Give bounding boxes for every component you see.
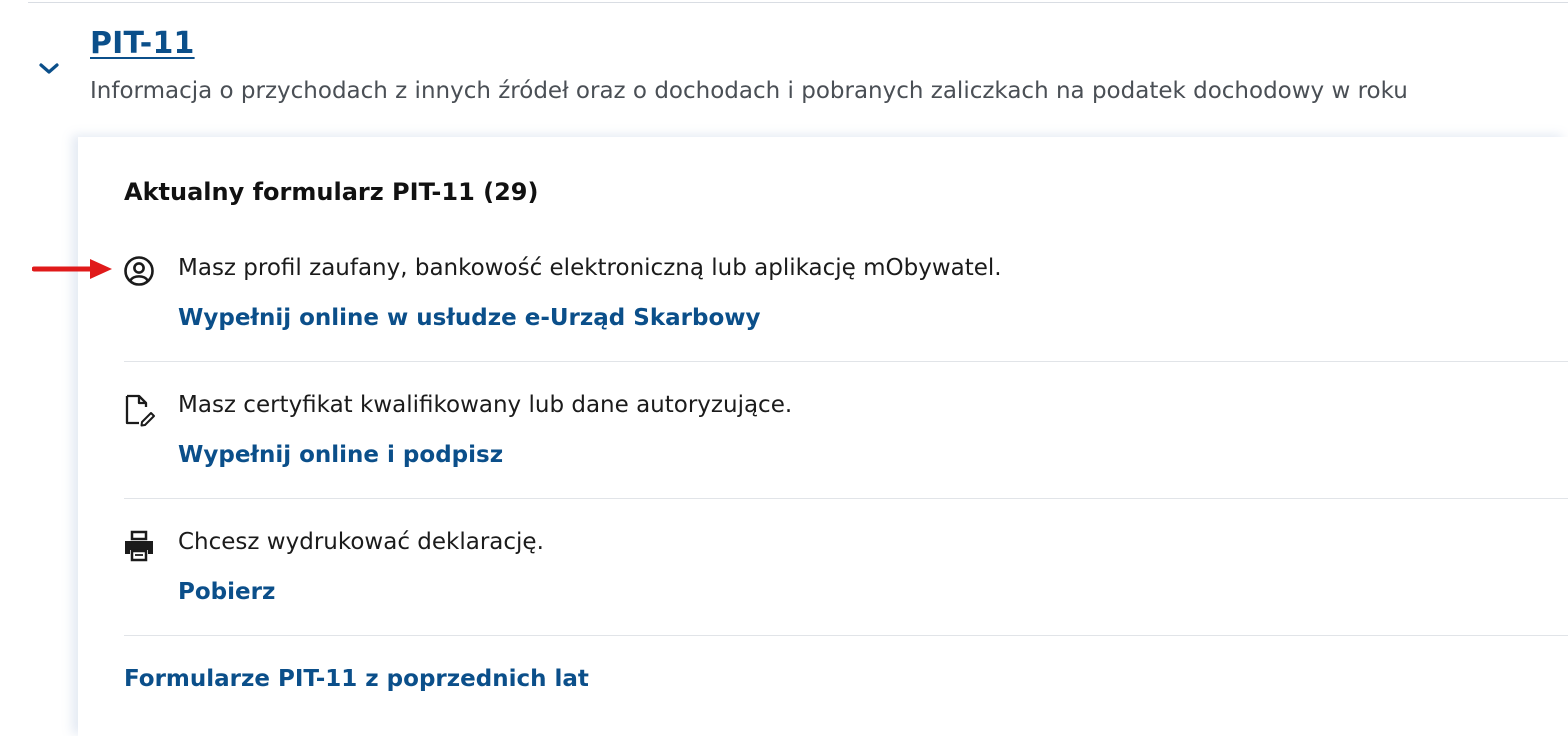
option-text-print-declaration: Chcesz wydrukować deklarację. (178, 529, 544, 555)
download-link[interactable]: Pobierz (178, 579, 275, 605)
red-arrow-icon (32, 259, 112, 279)
accordion-panel (78, 137, 1568, 736)
printer-icon (125, 530, 153, 562)
accordion-header-pit-11[interactable]: PIT-11 Informacja o przychodach z innych… (0, 22, 1568, 122)
accordion-subtitle: Informacja o przychodach z innych źródeł… (90, 78, 1408, 104)
option-divider (124, 361, 1568, 362)
top-divider (28, 2, 1568, 3)
option-text-qualified-certificate: Masz certyfikat kwalifikowany lub dane a… (178, 392, 793, 418)
fill-online-e-urzad-link[interactable]: Wypełnij online w usłudze e-Urząd Skarbo… (178, 305, 761, 331)
accordion-title-link[interactable]: PIT-11 (90, 26, 195, 61)
fill-online-and-sign-link[interactable]: Wypełnij online i podpisz (178, 442, 503, 468)
option-divider (124, 498, 1568, 499)
chevron-down-icon[interactable] (38, 60, 60, 78)
option-divider (124, 635, 1568, 636)
panel-title: Aktualny formularz PIT-11 (29) (124, 178, 539, 206)
document-sign-icon (125, 394, 155, 427)
user-circle-icon (124, 256, 154, 286)
previous-years-forms-link[interactable]: Formularze PIT-11 z poprzednich lat (124, 666, 589, 692)
option-text-trusted-profile: Masz profil zaufany, bankowość elektroni… (178, 255, 1002, 281)
